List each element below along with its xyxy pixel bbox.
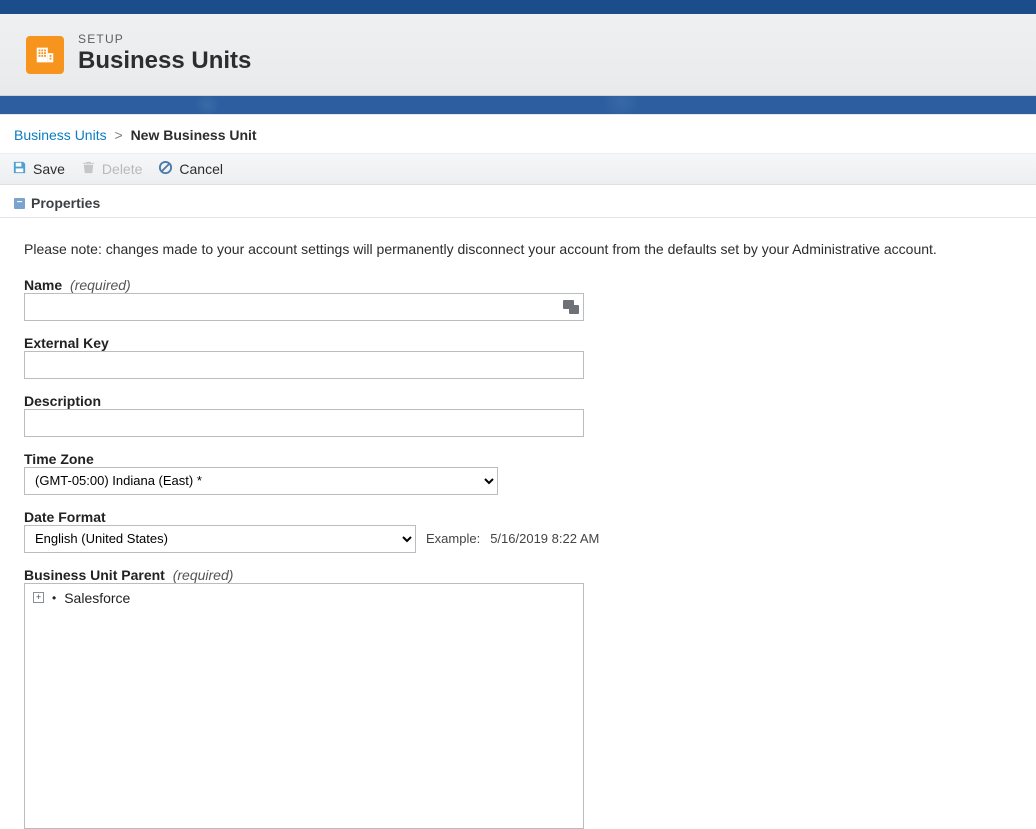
collapse-icon[interactable]: − xyxy=(14,198,25,209)
page-title: Business Units xyxy=(78,47,251,75)
name-required: (required) xyxy=(70,277,131,293)
delete-button: Delete xyxy=(81,160,142,178)
delete-label: Delete xyxy=(102,161,142,177)
breadcrumb-separator: > xyxy=(114,127,122,143)
external-key-label: External Key xyxy=(24,335,109,351)
timezone-label: Time Zone xyxy=(24,451,94,467)
dateformat-label: Date Format xyxy=(24,509,106,525)
cancel-label: Cancel xyxy=(179,161,223,177)
timezone-select[interactable]: (GMT-05:00) Indiana (East) * xyxy=(24,467,498,495)
top-border xyxy=(0,0,1036,14)
dateformat-select[interactable]: English (United States) xyxy=(24,525,416,553)
breadcrumb-current: New Business Unit xyxy=(131,127,257,143)
breadcrumb-root-link[interactable]: Business Units xyxy=(14,127,107,143)
dateformat-example-value: 5/16/2019 8:22 AM xyxy=(490,531,599,546)
description-input[interactable] xyxy=(24,409,584,437)
tree-item-label: Salesforce xyxy=(64,590,130,606)
action-toolbar: Save Delete Cancel xyxy=(0,154,1036,185)
save-icon xyxy=(12,160,27,178)
cancel-icon xyxy=(158,160,173,178)
external-key-input[interactable] xyxy=(24,351,584,379)
save-label: Save xyxy=(33,161,65,177)
name-localize-icon[interactable] xyxy=(562,299,580,315)
bullet-icon: • xyxy=(52,591,56,605)
description-label: Description xyxy=(24,393,101,409)
decorative-band xyxy=(0,96,1036,114)
parent-required: (required) xyxy=(173,567,234,583)
parent-tree[interactable]: + • Salesforce xyxy=(24,583,584,829)
cancel-button[interactable]: Cancel xyxy=(158,160,223,178)
properties-section-header: − Properties xyxy=(0,185,1036,218)
settings-note: Please note: changes made to your accoun… xyxy=(24,240,1012,259)
breadcrumb: Business Units > New Business Unit xyxy=(0,115,1036,154)
tree-item[interactable]: + • Salesforce xyxy=(33,590,575,606)
name-input[interactable] xyxy=(24,293,584,321)
header-eyebrow: SETUP xyxy=(78,32,251,46)
save-button[interactable]: Save xyxy=(12,160,65,178)
dateformat-example-label: Example: xyxy=(426,531,480,546)
parent-label: Business Unit Parent xyxy=(24,567,165,583)
properties-title: Properties xyxy=(31,195,100,211)
trash-icon xyxy=(81,160,96,178)
name-label: Name xyxy=(24,277,62,293)
business-units-icon xyxy=(26,36,64,74)
expand-icon[interactable]: + xyxy=(33,592,44,603)
page-header: SETUP Business Units xyxy=(0,14,1036,96)
